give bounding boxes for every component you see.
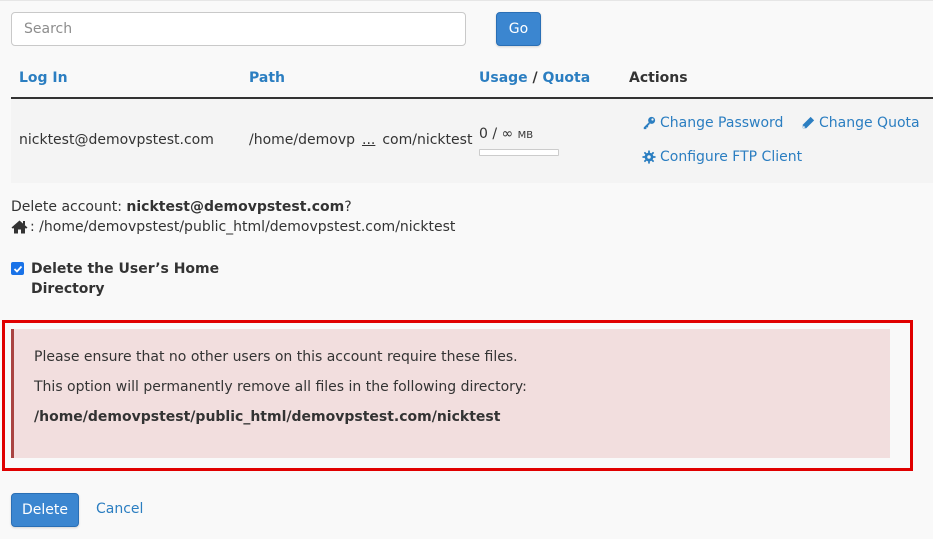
gear-icon	[642, 150, 656, 164]
change-quota-label: Change Quota	[819, 115, 920, 131]
row-path: /home/demovp... com/nicktest	[249, 132, 472, 148]
column-header-usage-quota: Usage / Quota	[479, 70, 590, 86]
delete-prompt-prefix: Delete account:	[11, 199, 127, 215]
checkmark-icon	[13, 265, 22, 273]
row-usage-unit: MB	[517, 130, 534, 141]
row-path-start: /home/demovp	[249, 132, 355, 148]
go-button[interactable]: Go	[496, 12, 541, 46]
configure-ftp-client-link[interactable]: Configure FTP Client	[642, 149, 802, 165]
column-header-login[interactable]: Log In	[19, 70, 68, 86]
home-directory-line: : /home/demovpstest/public_html/demovpst…	[11, 219, 455, 235]
column-header-quota[interactable]: Quota	[543, 70, 591, 86]
top-border	[0, 0, 933, 1]
pencil-icon	[802, 116, 815, 129]
warning-callout: Please ensure that no other users on thi…	[11, 329, 890, 458]
key-icon	[643, 116, 656, 130]
configure-ftp-label: Configure FTP Client	[660, 149, 803, 165]
change-password-label: Change Password	[660, 115, 784, 131]
cancel-link[interactable]: Cancel	[96, 501, 143, 517]
column-header-usage[interactable]: Usage	[479, 70, 528, 86]
column-header-actions: Actions	[629, 70, 688, 86]
home-icon	[11, 220, 28, 234]
column-header-path[interactable]: Path	[249, 70, 285, 86]
warning-line-1: Please ensure that no other users on thi…	[34, 349, 518, 365]
row-usage: 0 / ∞ MB	[479, 126, 533, 142]
delete-home-checkbox-row[interactable]: Delete the User’s Home Directory	[11, 261, 219, 297]
delete-home-checkbox[interactable]	[11, 262, 24, 275]
path-expand-link[interactable]: ...	[362, 132, 375, 148]
change-password-link[interactable]: Change Password	[642, 115, 783, 131]
row-usage-value: 0 / ∞	[479, 126, 514, 142]
delete-home-checkbox-label[interactable]: Delete the User’s Home Directory	[31, 259, 221, 299]
delete-account-prompt: Delete account: nicktest@demovpstest.com…	[11, 199, 352, 215]
home-directory-path: : /home/demovpstest/public_html/demovpst…	[30, 219, 456, 235]
warning-directory-path: /home/demovpstest/public_html/demovpstes…	[34, 409, 501, 425]
search-input[interactable]	[11, 12, 466, 46]
delete-button[interactable]: Delete	[11, 493, 79, 527]
row-path-end: com/nicktest	[382, 132, 473, 148]
delete-account-name: nicktest@demovpstest.com	[126, 199, 345, 215]
delete-prompt-suffix: ?	[344, 199, 352, 215]
column-header-separator: /	[527, 70, 543, 86]
usage-progress-bar	[479, 149, 559, 156]
warning-line-2: This option will permanently remove all …	[34, 379, 527, 395]
row-login: nicktest@demovpstest.com	[19, 132, 214, 148]
change-quota-link[interactable]: Change Quota	[801, 115, 920, 131]
